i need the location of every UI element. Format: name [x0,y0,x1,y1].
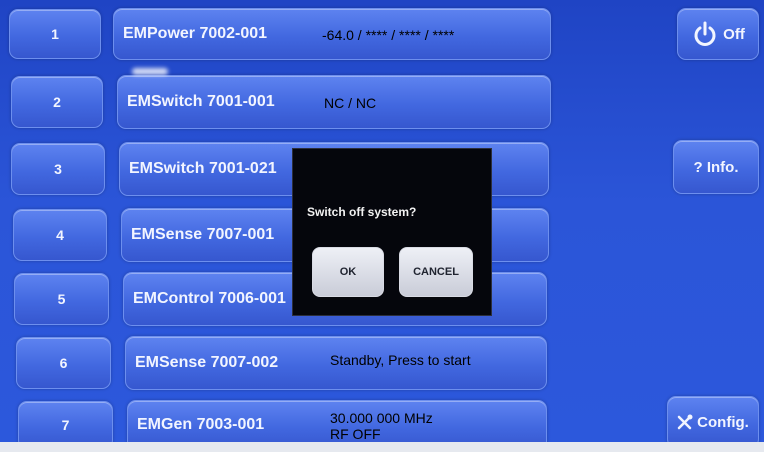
row-number-button-5[interactable]: 5 [14,273,109,325]
row-number-button-2[interactable]: 2 [11,76,103,128]
device-status: Standby, Press to start [330,352,471,368]
config-button[interactable]: Config. [667,396,759,448]
device-name: EMSwitch 7001-021 [129,160,277,177]
power-off-button[interactable]: Off [677,8,759,60]
device-name: EMControl 7006-001 [133,290,286,307]
device-status-line2: RF OFF [330,426,381,442]
ok-button[interactable]: OK [312,247,384,297]
device-status: NC / NC [324,95,377,111]
device-status: 30.000 000 MHz [330,410,433,426]
device-status: -64.0 / **** / **** / **** [322,27,455,43]
tools-icon [677,414,693,430]
power-off-label: Off [723,25,745,43]
device-name: EMGen 7003-001 [137,416,265,433]
device-name: EMSense 7007-002 [135,354,279,371]
config-label: Config. [697,413,749,431]
device-name: EMSense 7007-001 [131,226,275,243]
row-number-button-1[interactable]: 1 [9,9,101,59]
power-icon [694,21,716,46]
row-number-button-3[interactable]: 3 [11,143,105,195]
confirm-dialog: Switch off system? OK CANCEL [292,148,492,316]
row-number-button-4[interactable]: 4 [13,209,107,261]
cancel-button[interactable]: CANCEL [399,247,473,297]
device-name: EMPower 7002-001 [123,25,268,42]
screen-glare [132,68,168,75]
dialog-message: Switch off system? [307,205,417,219]
touch-screen: 1 EMPower 7002-001 -64.0 / **** / **** /… [0,0,764,452]
info-label: ? Info. [693,158,739,176]
device-name: EMSwitch 7001-001 [127,93,275,110]
info-button[interactable]: ? Info. [673,140,759,194]
row-number-button-6[interactable]: 6 [16,337,111,389]
screen-bezel [0,442,764,452]
